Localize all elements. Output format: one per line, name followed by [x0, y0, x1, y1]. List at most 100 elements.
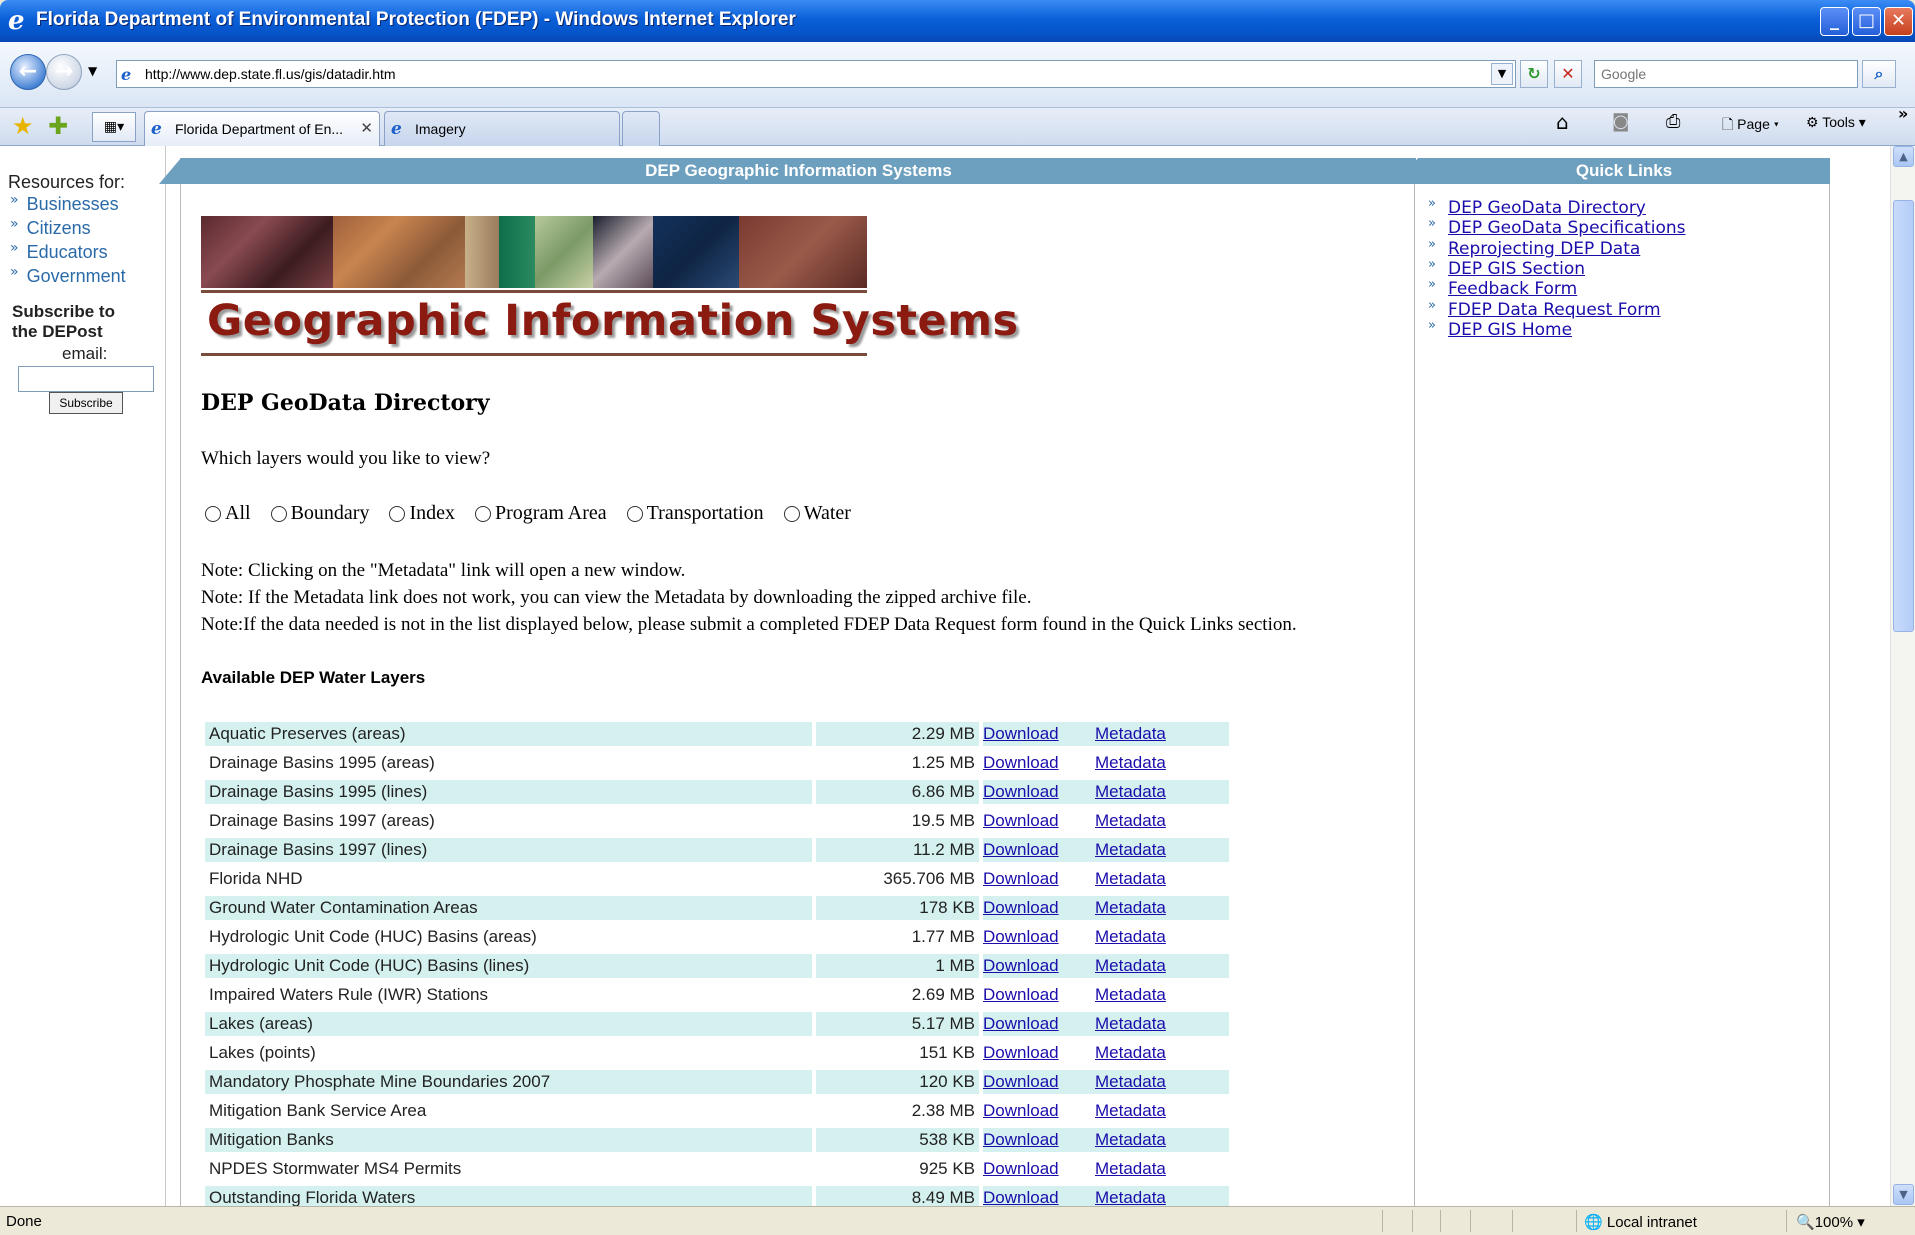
- metadata-link-cell: Metadata: [1085, 722, 1229, 746]
- close-button[interactable]: ✕: [1884, 7, 1913, 36]
- download-link[interactable]: Download: [983, 927, 1059, 946]
- scroll-up-arrow[interactable]: ▲: [1893, 146, 1914, 167]
- scroll-thumb[interactable]: [1893, 200, 1914, 632]
- security-zone[interactable]: 🌐 Local intranet: [1584, 1213, 1697, 1231]
- quick-link-item[interactable]: DEP GeoData Specifications: [1448, 218, 1686, 238]
- metadata-link[interactable]: Metadata: [1095, 1043, 1166, 1062]
- download-link[interactable]: Download: [983, 782, 1059, 801]
- radio-circle[interactable]: [626, 505, 643, 522]
- download-link[interactable]: Download: [983, 956, 1059, 975]
- radio-water[interactable]: Water: [783, 502, 851, 525]
- tools-menu[interactable]: ⚙ Tools ▾: [1806, 114, 1866, 131]
- download-link[interactable]: Download: [983, 985, 1059, 1004]
- radio-circle[interactable]: [475, 505, 491, 522]
- status-divider: [1470, 1210, 1471, 1232]
- chevron-right-icon[interactable]: »: [1898, 104, 1908, 123]
- radio-transportation[interactable]: Transportation: [626, 502, 764, 525]
- metadata-link[interactable]: Metadata: [1095, 927, 1166, 946]
- tab-close-icon[interactable]: ✕: [360, 119, 373, 137]
- stop-icon[interactable]: ✕: [1554, 60, 1582, 88]
- metadata-link[interactable]: Metadata: [1095, 1072, 1166, 1091]
- search-icon[interactable]: ⌕: [1862, 60, 1896, 88]
- download-link[interactable]: Download: [983, 1043, 1059, 1062]
- quick-link-item[interactable]: FDEP Data Request Form: [1448, 300, 1661, 320]
- quick-link-item[interactable]: Feedback Form: [1448, 279, 1577, 299]
- layer-filter-group: All Boundary Index Program Area Transpor…: [205, 502, 871, 525]
- radio-circle[interactable]: [783, 505, 800, 522]
- download-link[interactable]: Download: [983, 1130, 1059, 1149]
- metadata-link[interactable]: Metadata: [1095, 1130, 1166, 1149]
- download-link[interactable]: Download: [983, 1014, 1059, 1033]
- metadata-link[interactable]: Metadata: [1095, 869, 1166, 888]
- download-link[interactable]: Download: [983, 724, 1059, 743]
- sidebar-link-educators[interactable]: » Educators: [10, 240, 108, 263]
- sidebar-link-citizens[interactable]: » Citizens: [10, 216, 91, 239]
- metadata-link[interactable]: Metadata: [1095, 985, 1166, 1004]
- feeds-icon[interactable]: ◙: [1612, 111, 1629, 132]
- home-icon[interactable]: ⌂: [1556, 110, 1569, 134]
- back-button[interactable]: ←: [10, 54, 46, 90]
- radio-program-area[interactable]: Program Area: [475, 502, 607, 525]
- scroll-down-arrow[interactable]: ▼: [1893, 1184, 1914, 1205]
- status-divider: [1382, 1210, 1383, 1232]
- radio-circle[interactable]: [270, 505, 287, 522]
- metadata-link[interactable]: Metadata: [1095, 898, 1166, 917]
- metadata-link[interactable]: Metadata: [1095, 956, 1166, 975]
- quick-link-item[interactable]: Reprojecting DEP Data: [1448, 239, 1640, 259]
- layer-name: Aquatic Preserves (areas): [205, 722, 812, 746]
- metadata-link[interactable]: Metadata: [1095, 724, 1166, 743]
- radio-all[interactable]: All: [205, 502, 251, 525]
- download-link[interactable]: Download: [983, 1188, 1059, 1206]
- table-row: Drainage Basins 1995 (lines) 6.86 MB Downl…: [205, 778, 1251, 807]
- radio-boundary[interactable]: Boundary: [270, 502, 369, 525]
- metadata-link[interactable]: Metadata: [1095, 782, 1166, 801]
- metadata-link[interactable]: Metadata: [1095, 1014, 1166, 1033]
- sidebar-link-businesses[interactable]: » Businesses: [10, 192, 119, 215]
- download-link[interactable]: Download: [983, 898, 1059, 917]
- print-icon[interactable]: ⎙: [1666, 111, 1680, 132]
- minimize-button[interactable]: _: [1820, 7, 1849, 36]
- metadata-link[interactable]: Metadata: [1095, 1101, 1166, 1120]
- new-tab-button[interactable]: [622, 111, 660, 146]
- download-link[interactable]: Download: [983, 753, 1059, 772]
- quick-link-item[interactable]: DEP GIS Home: [1448, 320, 1572, 340]
- vertical-scrollbar[interactable]: ▲ ▼: [1890, 146, 1915, 1206]
- download-link[interactable]: Download: [983, 869, 1059, 888]
- zoom-level[interactable]: 🔍100% ▾: [1796, 1213, 1865, 1231]
- download-link[interactable]: Download: [983, 1072, 1059, 1091]
- email-field[interactable]: [18, 366, 154, 392]
- search-input[interactable]: [1595, 61, 1857, 87]
- metadata-link[interactable]: Metadata: [1095, 1188, 1166, 1206]
- radio-circle[interactable]: [389, 505, 406, 522]
- subscribe-button[interactable]: Subscribe: [49, 392, 123, 414]
- metadata-link[interactable]: Metadata: [1095, 753, 1166, 772]
- refresh-icon[interactable]: ↻: [1520, 60, 1548, 88]
- window-title-bar[interactable]: e Florida Department of Environmental Pr…: [0, 0, 1915, 42]
- page-menu[interactable]: 🗋 Page ▾: [1722, 114, 1779, 138]
- metadata-link[interactable]: Metadata: [1095, 840, 1166, 859]
- quick-tabs-icon[interactable]: ▦▾: [92, 112, 136, 142]
- download-link[interactable]: Download: [983, 1101, 1059, 1120]
- quick-link-item[interactable]: DEP GeoData Directory: [1448, 198, 1646, 218]
- sidebar-link-government[interactable]: » Government: [10, 264, 126, 287]
- radio-index[interactable]: Index: [389, 502, 455, 525]
- address-bar[interactable]: e http://www.dep.state.fl.us/gis/datadir…: [116, 60, 1516, 88]
- tab-imagery[interactable]: e Imagery: [384, 111, 620, 146]
- address-dropdown-icon[interactable]: ▼: [1491, 63, 1513, 85]
- metadata-link[interactable]: Metadata: [1095, 1159, 1166, 1178]
- tab-fdep[interactable]: e Florida Department of En... ✕: [144, 111, 380, 146]
- download-link[interactable]: Download: [983, 1159, 1059, 1178]
- radio-circle[interactable]: [205, 505, 221, 522]
- metadata-link[interactable]: Metadata: [1095, 811, 1166, 830]
- download-link[interactable]: Download: [983, 840, 1059, 859]
- favorites-star-icon[interactable]: ★: [12, 112, 34, 140]
- download-link[interactable]: Download: [983, 811, 1059, 830]
- search-box[interactable]: [1594, 60, 1858, 88]
- logo-rule-bottom: [201, 353, 867, 356]
- forward-button[interactable]: →: [46, 54, 82, 90]
- quick-link-item[interactable]: DEP GIS Section: [1448, 259, 1585, 279]
- address-url[interactable]: http://www.dep.state.fl.us/gis/datadir.h…: [145, 66, 396, 82]
- maximize-button[interactable]: □: [1852, 7, 1881, 36]
- history-dropdown-icon[interactable]: ▼: [88, 64, 97, 78]
- add-favorite-icon[interactable]: ✚: [48, 112, 68, 140]
